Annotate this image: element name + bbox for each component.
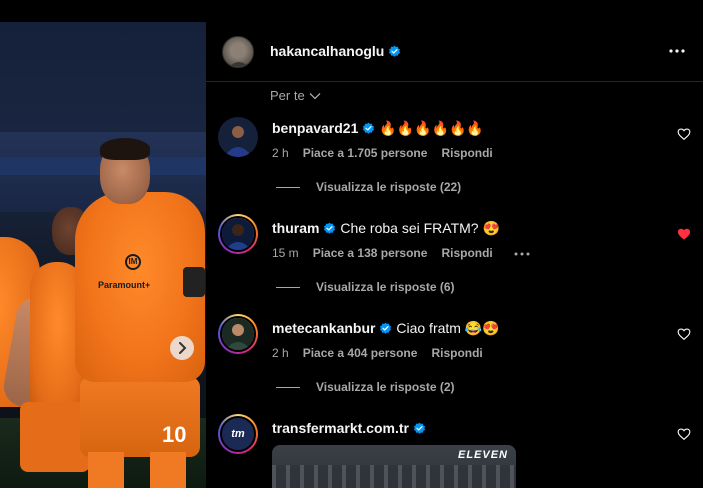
avatar[interactable] [222,36,254,68]
comment-time[interactable]: 2 h [272,346,289,360]
player-main-leg [150,452,186,488]
next-image-button[interactable] [170,336,194,360]
comment-meta: 2 h Piace a 1.705 persone Rispondi [272,146,493,160]
post-header: hakancalhanoglu [206,22,703,82]
view-replies-label: Visualizza le risposte (22) [316,180,462,194]
player-main-hair [100,138,150,160]
comment-username[interactable]: metecankanbur [272,320,375,336]
reply-button[interactable]: Rispondi [431,346,482,360]
post-author[interactable]: hakancalhanoglu [270,43,401,59]
avatar[interactable] [218,117,258,157]
media-watermark: ELEVEN [457,449,508,461]
comment-text-line: metecankanbur Ciao fratm 😂😍 [272,320,500,337]
verified-badge-icon [324,222,336,234]
avatar-image [220,316,256,352]
reply-button[interactable]: Rispondi [441,246,492,260]
comment-username[interactable]: thuram [272,220,319,236]
comment-likes[interactable]: Piace a 1.705 persone [303,146,428,160]
avatar-image: tm [220,416,256,452]
comment-text-line: benpavard21 🔥🔥🔥🔥🔥🔥 [272,120,484,137]
verified-badge-icon [363,122,375,134]
chevron-down-icon [309,92,321,99]
sort-label: Per te [270,88,305,103]
heart-icon[interactable] [677,127,691,141]
comment-time[interactable]: 15 m [272,246,299,260]
heart-icon[interactable] [677,427,691,441]
avatar[interactable] [218,214,258,254]
replies-divider [276,186,300,188]
view-replies-button[interactable]: Visualizza le risposte (22) [276,180,461,194]
view-replies-label: Visualizza le risposte (2) [316,380,455,394]
heart-filled-icon[interactable] [677,227,691,241]
comment-meta: 2 h Piace a 404 persone Rispondi [272,346,483,360]
replies-divider [276,286,300,288]
club-crest-icon: IM [125,254,141,270]
comment-body: Ciao fratm 😂😍 [396,320,500,336]
avatar-image [220,216,256,252]
comment-body: Che roba sei FRATM? 😍 [340,220,500,236]
shirt-sponsor: Paramount+ [98,280,151,290]
comment-likes[interactable]: Piace a 404 persone [303,346,418,360]
comment-text-line: thuram Che roba sei FRATM? 😍 [272,220,500,237]
view-replies-label: Visualizza le risposte (6) [316,280,455,294]
sort-dropdown[interactable]: Per te [270,88,321,103]
comment-time[interactable]: 2 h [272,146,289,160]
media-scene [272,465,516,488]
post-image[interactable]: IM Paramount+ 10 [0,22,206,488]
verified-badge-icon [389,45,401,57]
verified-badge-icon [380,322,392,334]
comments-panel: hakancalhanoglu Per te benpavard21 🔥🔥🔥🔥🔥… [206,22,703,488]
avatar-image [218,117,258,157]
verified-badge-icon [413,422,425,434]
comment-text-line: transfermarkt.com.tr [272,420,426,436]
reply-button[interactable]: Rispondi [441,146,492,160]
comment-likes[interactable]: Piace a 138 persone [313,246,428,260]
comment-media-image[interactable]: ELEVEN [272,445,516,488]
transfermarkt-logo: tm [231,428,245,440]
more-horizontal-icon[interactable] [666,40,688,62]
post-author-name[interactable]: hakancalhanoglu [270,43,384,59]
player-main-leg [88,452,124,488]
comment-options-icon[interactable] [513,247,531,261]
comment-body: 🔥🔥🔥🔥🔥🔥 [379,120,484,136]
comment-username[interactable]: benpavard21 [272,120,358,136]
heart-icon[interactable] [677,327,691,341]
shirt-number: 10 [162,422,187,447]
avatar-image [228,43,250,67]
captain-armband [183,267,205,297]
chevron-right-icon [179,342,187,354]
view-replies-button[interactable]: Visualizza le risposte (6) [276,280,455,294]
view-replies-button[interactable]: Visualizza le risposte (2) [276,380,455,394]
avatar[interactable] [218,314,258,354]
comment-username[interactable]: transfermarkt.com.tr [272,420,409,436]
avatar[interactable]: tm [218,414,258,454]
replies-divider [276,386,300,388]
comment-meta: 15 m Piace a 138 persone Rispondi [272,246,493,260]
